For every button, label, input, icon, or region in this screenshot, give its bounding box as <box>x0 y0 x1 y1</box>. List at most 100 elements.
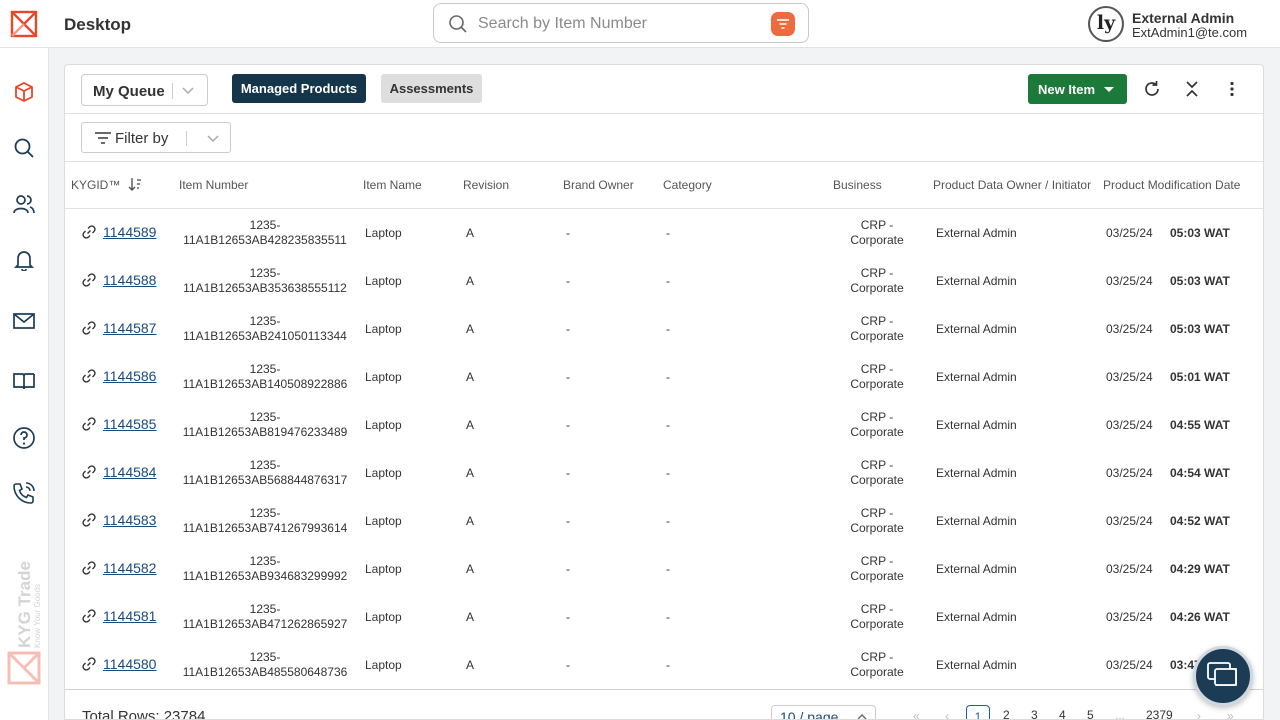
chat-button[interactable] <box>1193 646 1253 706</box>
column-header-business[interactable]: Business <box>833 178 882 192</box>
prev-page-icon[interactable]: ‹ <box>945 709 949 719</box>
page-3[interactable]: 3 <box>1031 708 1038 719</box>
category: - <box>666 274 670 288</box>
kygid-link[interactable]: 1144585 <box>103 416 156 432</box>
modification-date: 03/25/24 <box>1106 562 1153 576</box>
page-size-label: 10 / page <box>780 709 839 720</box>
business-line-2: Corporate <box>850 281 904 295</box>
search-icon[interactable] <box>11 135 37 161</box>
link-icon[interactable] <box>81 608 97 629</box>
business-line-2: Corporate <box>850 233 904 247</box>
column-header-item-number[interactable]: Item Number <box>179 178 248 192</box>
item-number-suffix: 11A1B12653AB741267993614 <box>182 521 348 535</box>
brand-owner: - <box>566 562 570 576</box>
kygid-link[interactable]: 1144587 <box>103 320 156 336</box>
refresh-icon[interactable] <box>1141 78 1163 100</box>
table-row[interactable]: 1144580 1235- 11A1B12653AB485580648736 Lapt… <box>65 641 1263 689</box>
link-icon[interactable] <box>81 560 97 581</box>
users-icon[interactable] <box>11 191 37 217</box>
new-item-button[interactable]: New Item <box>1028 74 1127 104</box>
business-line-1: CRP - <box>860 650 894 664</box>
modification-time: 05:03 WAT <box>1170 322 1230 336</box>
sort-icon[interactable] <box>128 177 142 191</box>
filter-by-dropdown[interactable]: Filter by <box>81 122 231 153</box>
tab-assessments[interactable]: Assessments <box>381 74 482 103</box>
business-line-2: Corporate <box>850 473 904 487</box>
kygid-link[interactable]: 1144586 <box>103 368 156 384</box>
link-icon[interactable] <box>81 464 97 485</box>
table-row[interactable]: 1144582 1235- 11A1B12653AB934683299992 Lapt… <box>65 545 1263 593</box>
kygid-link[interactable]: 1144581 <box>103 608 156 624</box>
item-number: 1235- 11A1B12653AB241050113344 <box>175 314 355 344</box>
kygid-link[interactable]: 1144580 <box>103 656 156 672</box>
page-size-select[interactable]: 10 / page <box>771 705 876 720</box>
table-row[interactable]: 1144589 1235- 11A1B12653AB428235835511 Lapt… <box>65 209 1263 257</box>
tab-managed-products[interactable]: Managed Products <box>232 74 366 103</box>
table-row[interactable]: 1144584 1235- 11A1B12653AB568844876317 Lapt… <box>65 449 1263 497</box>
column-header-item-name[interactable]: Item Name <box>363 178 422 192</box>
item-number: 1235- 11A1B12653AB819476233489 <box>175 410 355 440</box>
business: CRP - Corporate <box>837 410 917 440</box>
column-header-data-owner[interactable]: Product Data Owner / Initiator <box>933 178 1091 192</box>
link-icon[interactable] <box>81 272 97 293</box>
search-bar[interactable] <box>433 3 809 43</box>
queue-dropdown[interactable]: My Queue <box>81 74 208 106</box>
filter-icon <box>777 19 789 29</box>
link-icon[interactable] <box>81 416 97 437</box>
kygid-link[interactable]: 1144588 <box>103 272 156 288</box>
link-icon[interactable] <box>81 320 97 341</box>
phone-icon[interactable] <box>11 480 37 506</box>
page-last[interactable]: 2379 <box>1146 708 1173 719</box>
item-number-suffix: 11A1B12653AB471262865927 <box>182 617 348 631</box>
column-header-kygid[interactable]: KYGID™ <box>71 178 120 192</box>
chevron-down-icon <box>182 87 194 95</box>
kygid-link[interactable]: 1144589 <box>103 224 156 240</box>
page-4[interactable]: 4 <box>1059 708 1066 719</box>
data-owner: External Admin <box>936 466 1017 480</box>
more-options-icon[interactable] <box>1221 78 1243 100</box>
page-ellipsis[interactable]: ... <box>1115 708 1125 719</box>
link-icon[interactable] <box>81 368 97 389</box>
kygid-link[interactable]: 1144583 <box>103 512 156 528</box>
modification-time: 04:55 WAT <box>1170 418 1230 432</box>
column-header-category[interactable]: Category <box>663 178 712 192</box>
caret-down-icon[interactable] <box>1104 87 1114 92</box>
table-row[interactable]: 1144586 1235- 11A1B12653AB140508922886 Lapt… <box>65 353 1263 401</box>
next-page-icon[interactable]: › <box>1197 709 1201 719</box>
kygid-link[interactable]: 1144582 <box>103 560 156 576</box>
last-page-icon[interactable]: » <box>1227 709 1234 719</box>
book-icon[interactable] <box>11 368 37 394</box>
column-header-revision[interactable]: Revision <box>463 178 509 192</box>
avatar[interactable]: ly <box>1088 6 1124 42</box>
business-line-1: CRP - <box>860 506 894 520</box>
page-2[interactable]: 2 <box>1003 708 1010 719</box>
revision: A <box>466 322 475 336</box>
link-icon[interactable] <box>81 512 97 533</box>
help-icon[interactable] <box>11 425 37 451</box>
bell-icon[interactable] <box>11 247 37 273</box>
brand-owner: - <box>566 610 570 624</box>
first-page-icon[interactable]: « <box>913 709 920 719</box>
table-row[interactable]: 1144588 1235- 11A1B12653AB353638555112 Lapt… <box>65 257 1263 305</box>
table-row[interactable]: 1144581 1235- 11A1B12653AB471262865927 Lapt… <box>65 593 1263 641</box>
kygid-link[interactable]: 1144584 <box>103 464 156 480</box>
item-number-prefix: 1235- <box>249 266 281 280</box>
table-row[interactable]: 1144585 1235- 11A1B12653AB819476233489 Lapt… <box>65 401 1263 449</box>
search-input[interactable] <box>478 12 758 36</box>
business: CRP - Corporate <box>837 602 917 632</box>
link-icon[interactable] <box>81 656 97 677</box>
products-icon[interactable] <box>11 79 37 105</box>
search-filter-button[interactable] <box>771 12 795 36</box>
table-row[interactable]: 1144583 1235- 11A1B12653AB741267993614 Lapt… <box>65 497 1263 545</box>
collapse-icon[interactable] <box>1181 78 1203 100</box>
item-number-prefix: 1235- <box>249 458 281 472</box>
column-header-brand-owner[interactable]: Brand Owner <box>563 178 634 192</box>
app-logo-icon[interactable] <box>10 10 38 38</box>
page-1[interactable]: 1 <box>966 705 990 719</box>
column-header-modification-date[interactable]: Product Modification Date <box>1103 178 1240 192</box>
link-icon[interactable] <box>81 224 97 245</box>
table-row[interactable]: 1144587 1235- 11A1B12653AB241050113344 Lapt… <box>65 305 1263 353</box>
page-5[interactable]: 5 <box>1087 708 1094 719</box>
mail-icon[interactable] <box>11 308 37 334</box>
brand-owner: - <box>566 658 570 672</box>
